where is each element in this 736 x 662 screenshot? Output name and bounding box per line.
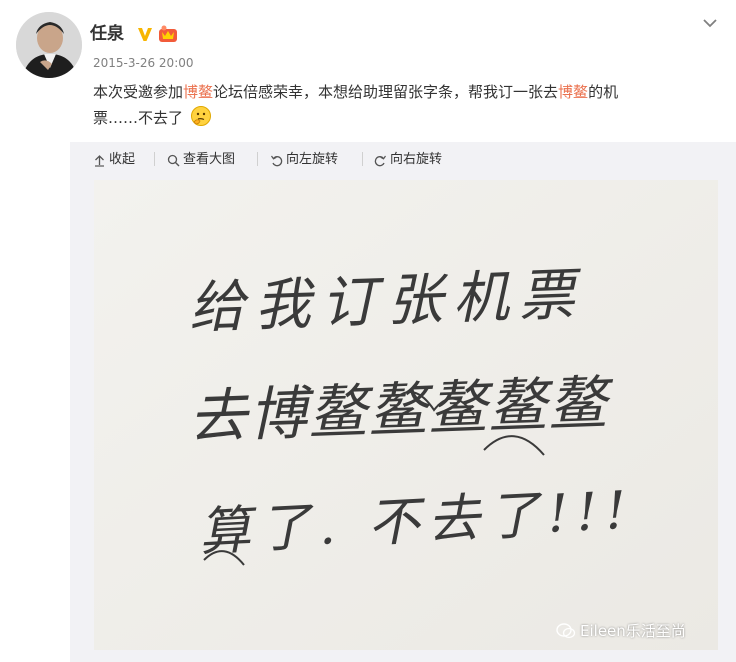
rotate-left-label: 向左旋转 bbox=[286, 152, 339, 167]
avatar[interactable] bbox=[16, 12, 82, 78]
post-text-segment: 票……不去了 bbox=[93, 109, 184, 127]
view-large-label: 查看大图 bbox=[183, 152, 236, 167]
chevron-down-icon[interactable] bbox=[701, 14, 719, 32]
watermark: Eileen乐活至尚 bbox=[556, 620, 686, 641]
view-large-button[interactable]: 查看大图 bbox=[167, 151, 235, 169]
note-paper: 给我订张机票 去博鳌鳌鳌鳌鳌 算了. 不去了!!! bbox=[94, 180, 718, 650]
member-crown-icon[interactable] bbox=[158, 24, 178, 44]
watermark-text: Eileen乐活至尚 bbox=[580, 622, 686, 640]
post-text-segment: 本次受邀参加 bbox=[93, 83, 184, 101]
note-line-1: 给我订张机票 bbox=[188, 262, 586, 341]
collapse-button[interactable]: 收起 bbox=[93, 151, 135, 169]
topic-link[interactable]: 博鳌 bbox=[558, 83, 588, 101]
toolbar-divider bbox=[362, 152, 363, 166]
thinking-emoji-icon bbox=[190, 106, 211, 126]
rotate-left-button[interactable]: 向左旋转 bbox=[270, 151, 338, 169]
rotate-left-icon bbox=[271, 155, 283, 166]
wechat-icon bbox=[556, 622, 576, 638]
rotate-right-label: 向右旋转 bbox=[390, 152, 443, 167]
verified-v-icon bbox=[138, 28, 152, 41]
collapse-label: 收起 bbox=[109, 152, 136, 167]
author-name[interactable]: 任泉 bbox=[90, 24, 124, 44]
magnifier-icon bbox=[167, 154, 180, 166]
post-text-segment: 的机 bbox=[588, 83, 619, 101]
post-timestamp[interactable]: 2015-3-26 20:00 bbox=[93, 55, 194, 71]
handwritten-note-photo[interactable]: 给我订张机票 去博鳌鳌鳌鳌鳌 算了. 不去了!!! bbox=[94, 180, 718, 650]
avatar-photo bbox=[16, 12, 82, 78]
post-text-segment: 论坛倍感荣幸，本想给助理留张字条，帮我订一张去 bbox=[213, 83, 559, 101]
post-text: 本次受邀参加博鳌论坛倍感荣幸，本想给助理留张字条，帮我订一张去博鳌的机 票……不… bbox=[93, 79, 713, 131]
toolbar-divider bbox=[154, 152, 155, 166]
collapse-icon bbox=[95, 154, 104, 167]
rotate-right-icon bbox=[374, 155, 386, 166]
topic-link[interactable]: 博鳌 bbox=[183, 83, 213, 101]
toolbar-divider bbox=[257, 152, 258, 166]
rotate-right-button[interactable]: 向右旋转 bbox=[374, 151, 442, 169]
